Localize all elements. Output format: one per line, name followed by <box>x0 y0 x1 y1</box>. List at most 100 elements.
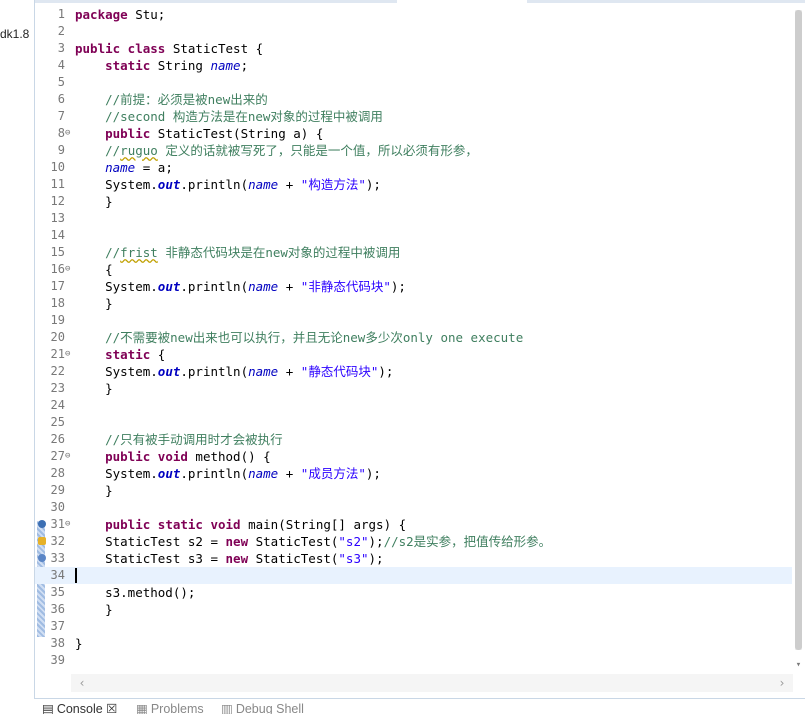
scroll-right-arrow-icon[interactable]: › <box>775 676 789 690</box>
code-line[interactable]: 30 <box>35 499 793 516</box>
line-number: 23 <box>50 381 65 395</box>
line-number: 15 <box>50 245 65 259</box>
line-number: 36 <box>50 602 65 616</box>
line-number: 19 <box>50 313 65 327</box>
scroll-thumb[interactable] <box>795 10 802 650</box>
line-number: 35 <box>50 585 65 599</box>
tab-label: Console ☒ <box>56 702 118 714</box>
scroll-left-arrow-icon[interactable]: ‹ <box>75 676 89 690</box>
code-text: public void method() { <box>105 449 271 464</box>
code-line[interactable]: 9 //ruguo 定义的话就被写死了，只能是一个值，所以必须有形参， <box>35 142 793 159</box>
line-number: 33 <box>50 551 65 565</box>
code-line[interactable]: 18 } <box>35 295 793 312</box>
code-text: static String name; <box>105 58 249 73</box>
code-line[interactable]: 25 <box>35 414 793 431</box>
code-text: package Stu; <box>75 7 166 22</box>
code-line[interactable]: 29 } <box>35 482 793 499</box>
bottom-view-tabs: ▤ Console ☒ ▦ Problems ▥ Debug Shell <box>34 698 805 714</box>
code-line[interactable]: 1 package Stu; <box>35 6 793 23</box>
code-line[interactable]: 24 <box>35 397 793 414</box>
code-line[interactable]: 34 <box>35 567 793 584</box>
code-line[interactable]: 22 System.out.println(name + "静态代码块"); <box>35 363 793 380</box>
code-line[interactable]: 20 //不需要被new出来也可以执行，并且无论new多少次only one e… <box>35 329 793 346</box>
code-text: //second 构造方法是在new对象的过程中被调用 <box>105 109 383 124</box>
code-line[interactable]: 23 } <box>35 380 793 397</box>
fold-toggle-icon[interactable]: ⊖ <box>65 125 73 142</box>
line-number: 11 <box>50 177 65 191</box>
active-editor-tab[interactable] <box>397 0 527 3</box>
code-line[interactable]: 17 System.out.println(name + "非静态代码块"); <box>35 278 793 295</box>
code-line[interactable]: 8 ⊖ public StaticTest(String a) { <box>35 125 793 142</box>
line-number: 26 <box>50 432 65 446</box>
code-line[interactable]: 37 <box>35 618 793 635</box>
code-text: System.out.println(name + "成员方法"); <box>75 466 381 481</box>
vertical-scrollbar[interactable]: ▾ <box>792 6 805 674</box>
code-text: public StaticTest(String a) { <box>105 126 324 141</box>
code-line[interactable]: 13 <box>35 210 793 227</box>
code-text: { <box>75 262 113 277</box>
code-line[interactable]: 15 //frist 非静态代码块是在new对象的过程中被调用 <box>35 244 793 261</box>
code-line[interactable]: 33 StaticTest s3 = new StaticTest("s3"); <box>35 550 793 567</box>
line-number: 1 <box>57 7 65 21</box>
line-number: 31 <box>50 517 65 531</box>
line-number: 2 <box>57 24 65 38</box>
java-editor[interactable]: 1 package Stu; 2 3 public class StaticTest {… <box>34 0 805 698</box>
code-text: //前提：必须是被new出来的 <box>105 92 268 107</box>
scroll-down-arrow-icon[interactable]: ▾ <box>794 661 803 670</box>
code-line[interactable]: 35 s3.method(); <box>35 584 793 601</box>
code-line[interactable]: 38} <box>35 635 793 652</box>
line-number: 17 <box>50 279 65 293</box>
code-area[interactable]: 1 package Stu; 2 3 public class StaticTest {… <box>35 6 793 674</box>
code-line[interactable]: 11 System.out.println(name + "构造方法"); <box>35 176 793 193</box>
fold-toggle-icon[interactable]: ⊖ <box>65 448 73 465</box>
code-line[interactable]: 36 } <box>35 601 793 618</box>
code-text: } <box>75 381 113 396</box>
code-line[interactable]: 3 public class StaticTest { <box>35 40 793 57</box>
fold-toggle-icon[interactable]: ⊖ <box>65 516 73 533</box>
code-line[interactable]: 2 <box>35 23 793 40</box>
code-text: public static void main(String[] args) { <box>105 517 407 532</box>
package-explorer-panel: dk1.8 <box>0 0 34 698</box>
line-number: 28 <box>50 466 65 480</box>
code-line[interactable]: 4 static String name; <box>35 57 793 74</box>
code-line[interactable]: 6 //前提：必须是被new出来的 <box>35 91 793 108</box>
code-text: } <box>75 602 113 617</box>
code-line[interactable]: 32 StaticTest s2 = new StaticTest("s2");… <box>35 533 793 550</box>
code-text: StaticTest s3 = new StaticTest("s3"); <box>75 551 384 566</box>
line-number: 25 <box>50 415 65 429</box>
tab-console[interactable]: ▤ Console ☒ <box>42 701 117 714</box>
code-text: //只有被手动调用时才会被执行 <box>105 432 283 447</box>
code-line[interactable]: 12 } <box>35 193 793 210</box>
code-line[interactable]: 27 ⊖ public void method() { <box>35 448 793 465</box>
fold-toggle-icon[interactable]: ⊖ <box>65 346 73 363</box>
code-line[interactable]: 10 name = a; <box>35 159 793 176</box>
code-line[interactable]: 19 <box>35 312 793 329</box>
line-number: 9 <box>57 143 65 157</box>
fold-toggle-icon[interactable]: ⊖ <box>65 261 73 278</box>
code-text: } <box>75 194 113 209</box>
line-number: 29 <box>50 483 65 497</box>
code-line[interactable]: 31 ⊖ public static void main(String[] arg… <box>35 516 793 533</box>
horizontal-scrollbar[interactable]: ‹ › <box>71 674 793 692</box>
code-line[interactable]: 5 <box>35 74 793 91</box>
tree-item-jdk[interactable]: dk1.8 <box>0 27 29 41</box>
code-line[interactable]: 14 <box>35 227 793 244</box>
line-number: 30 <box>50 500 65 514</box>
line-number: 8 <box>57 126 65 140</box>
code-line[interactable]: 26 //只有被手动调用时才会被执行 <box>35 431 793 448</box>
editor-tab-strip <box>35 0 805 3</box>
tab-debug-shell[interactable]: ▥ Debug Shell <box>221 701 304 714</box>
code-line[interactable]: 21 ⊖ static { <box>35 346 793 363</box>
line-number: 22 <box>50 364 65 378</box>
code-line[interactable]: 28 System.out.println(name + "成员方法"); <box>35 465 793 482</box>
text-caret <box>75 568 77 583</box>
code-line[interactable]: 16 ⊖ { <box>35 261 793 278</box>
code-text: System.out.println(name + "构造方法"); <box>75 177 381 192</box>
code-line[interactable]: 39 <box>35 652 793 669</box>
line-number: 6 <box>57 92 65 106</box>
tab-label: Debug Shell <box>235 702 304 714</box>
line-number: 10 <box>50 160 65 174</box>
line-number: 20 <box>50 330 65 344</box>
tab-problems[interactable]: ▦ Problems <box>136 701 204 714</box>
code-line[interactable]: 7 //second 构造方法是在new对象的过程中被调用 <box>35 108 793 125</box>
